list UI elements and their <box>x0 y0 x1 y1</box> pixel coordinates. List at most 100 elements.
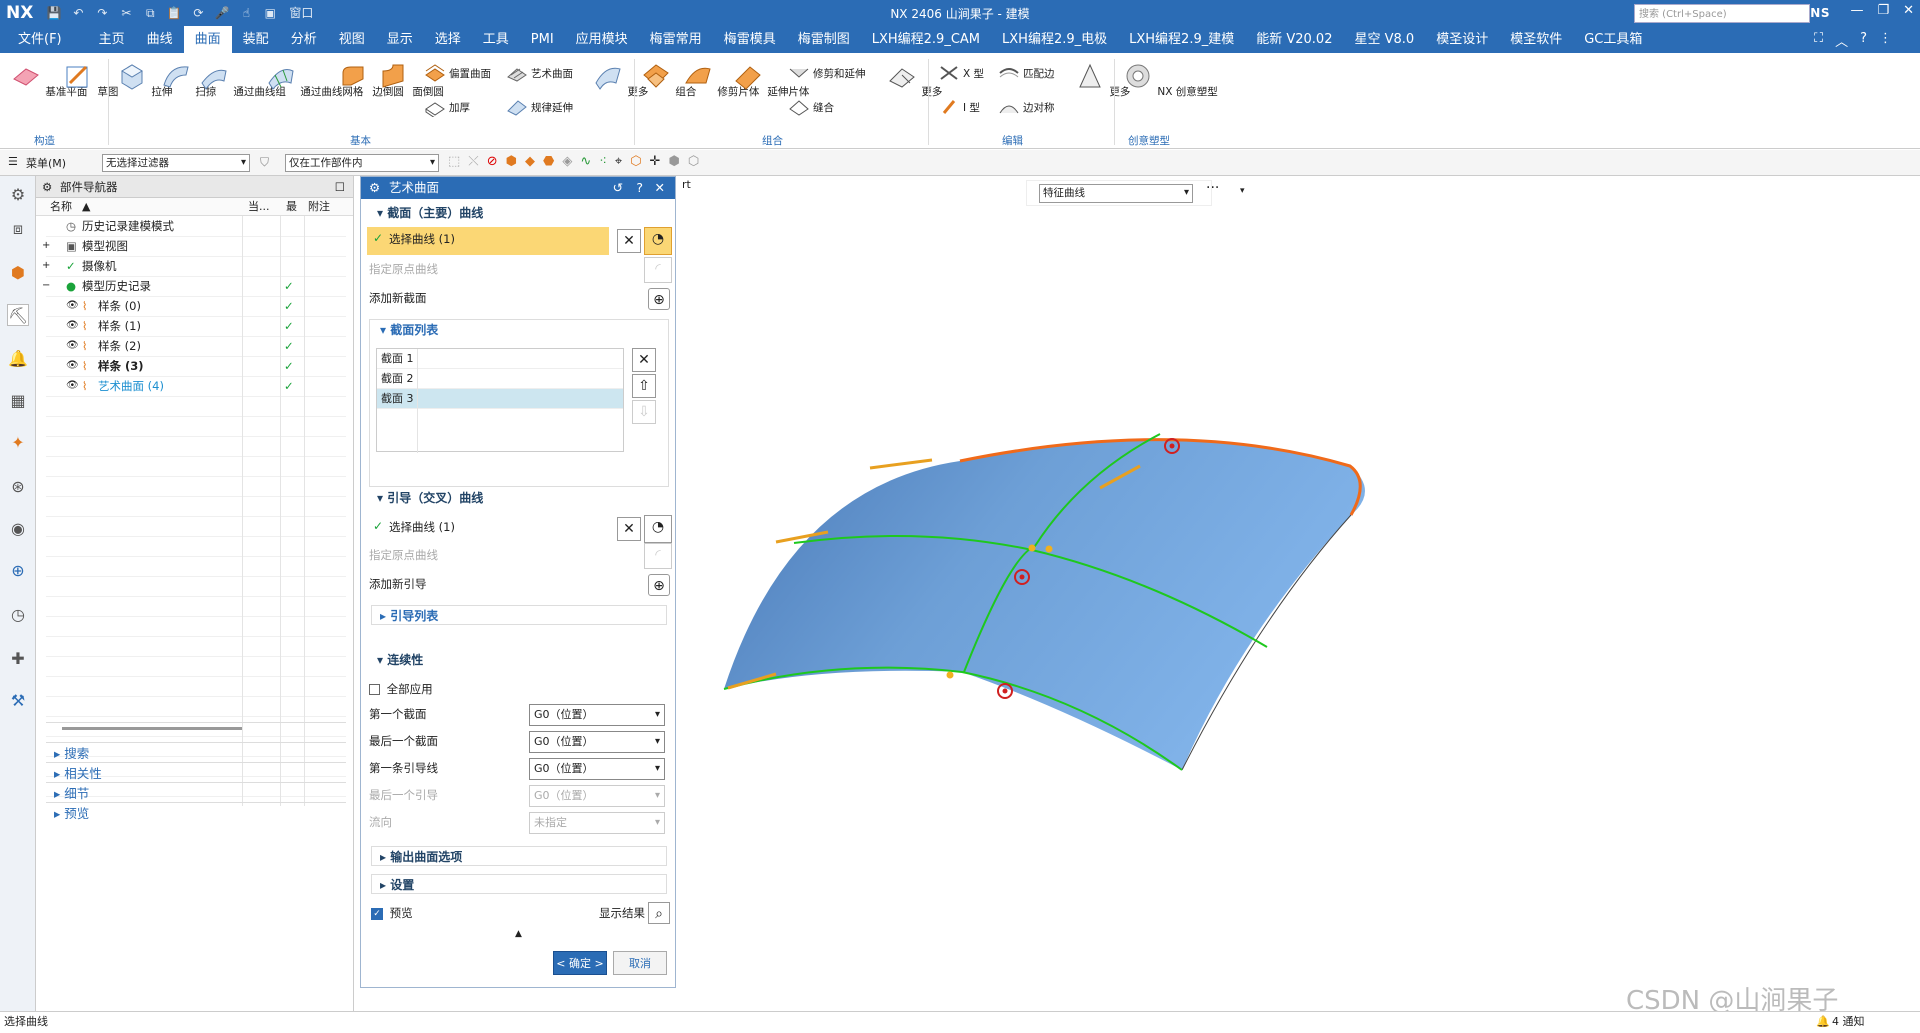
flow-direction-select[interactable]: 未指定 <box>529 812 665 834</box>
snap-icon[interactable]: ⌖ <box>615 154 622 169</box>
apply-all-box[interactable] <box>369 684 380 695</box>
navigator-section-1[interactable]: ▸ 相关性 <box>46 762 346 784</box>
last-guide-continuity-select[interactable]: G0（位置） <box>529 785 665 807</box>
visibility-eye-icon[interactable]: 👁 <box>66 336 79 356</box>
menu-item-12[interactable]: 梅雷常用 <box>639 26 713 53</box>
menu-item-1[interactable]: 主页 <box>88 26 136 53</box>
section-list-item[interactable]: 截面 2 <box>377 369 623 389</box>
sweep-button[interactable]: 扫掠 <box>160 61 216 99</box>
filter-icon[interactable]: ⛉ <box>260 155 269 170</box>
sheet-filter-icon[interactable]: ◈ <box>562 154 572 169</box>
navigator-section-3[interactable]: ▸ 预览 <box>46 802 346 824</box>
expand-toggle-icon[interactable]: + <box>42 236 50 256</box>
copy-icon[interactable]: ⧉ <box>141 5 159 21</box>
menu-item-8[interactable]: 选择 <box>424 26 472 53</box>
menu-item-21[interactable]: 模圣软件 <box>1499 26 1573 53</box>
guide-rule-icon[interactable]: ◔ <box>644 515 672 543</box>
control-point-1[interactable] <box>1028 544 1036 552</box>
menu-item-22[interactable]: GC工具箱 <box>1573 26 1653 53</box>
face-filter-icon[interactable]: ◆ <box>525 154 535 169</box>
notification-icon[interactable]: 🔔 <box>1816 1012 1830 1032</box>
through-curve-mesh-button[interactable]: 通过曲线网格 <box>265 61 363 99</box>
combine-more-button[interactable]: 更多 <box>886 61 942 99</box>
select-all-icon[interactable]: ⬚ <box>448 154 460 169</box>
menu-item-3[interactable]: 曲面 <box>183 26 232 53</box>
deselect-icon[interactable]: ⤬ <box>468 154 478 169</box>
trim-sheet-button[interactable]: 修剪片体 <box>682 61 759 99</box>
command-search-input[interactable]: 搜索 (Ctrl+Space) <box>1634 4 1810 23</box>
add-point-icon[interactable]: ✛ <box>650 154 661 169</box>
close-icon[interactable]: ✕ <box>1903 3 1914 18</box>
menu-item-18[interactable]: 能新 V20.02 <box>1245 26 1343 53</box>
output-surface-options-header[interactable]: ▸ 输出曲面选项 <box>371 846 667 866</box>
select-guide-curve-row[interactable]: ✓ 选择曲线 (1) <box>367 517 609 539</box>
apply-all-checkbox[interactable]: 全部应用 <box>369 679 433 699</box>
part-navigator-icon[interactable]: ⛏ <box>7 304 29 326</box>
tree-node[interactable]: 👁 ⌇ 样条 (0) ✓ <box>36 296 346 316</box>
menu-item-14[interactable]: 梅雷制图 <box>787 26 861 53</box>
web-browser-icon[interactable]: ⊛ <box>7 476 29 498</box>
thicken-button[interactable]: 加厚 <box>424 97 470 117</box>
solid-filter-icon[interactable]: ⬣ <box>543 154 554 169</box>
process-studio-icon[interactable]: ✚ <box>7 648 29 670</box>
help-icon[interactable]: ? <box>1860 31 1867 50</box>
add-section-icon[interactable]: ⊕ <box>648 288 670 310</box>
edge-symmetry-button[interactable]: 边对称 <box>998 97 1055 117</box>
expand-toggle-icon[interactable]: + <box>42 256 50 276</box>
section-list-item[interactable]: 截面 3 <box>377 389 623 409</box>
collapse-ribbon-icon[interactable]: ︿ <box>1835 31 1848 50</box>
stop-icon[interactable]: ⊘ <box>487 154 498 169</box>
sort-up-icon[interactable]: ▲ <box>82 198 90 216</box>
first-section-continuity-select[interactable]: G0（位置） <box>529 704 665 726</box>
navigator-hscrollbar[interactable] <box>46 722 346 736</box>
select-section-curve-row[interactable]: ✓ 选择曲线 (1) <box>367 227 609 255</box>
guide-curves-header[interactable]: ▾ 引导（交叉）曲线 <box>369 488 669 508</box>
selection-scope-select[interactable]: 仅在工作部件内 <box>285 154 439 172</box>
type-filter-select[interactable]: 无选择过滤器 <box>102 154 250 172</box>
extrude-button[interactable]: 拉伸 <box>116 61 172 99</box>
reuse-library-icon[interactable]: ▦ <box>7 390 29 412</box>
hd3d-tools-icon[interactable]: ✦ <box>7 432 29 454</box>
edit-more-button[interactable]: 更多 <box>1074 61 1130 99</box>
ribbon-options-icon[interactable]: ⋮ <box>1879 31 1892 50</box>
tree-node[interactable]: 👁 ⌇ 艺术曲面 (4) ✓ <box>36 376 346 396</box>
control-point-3[interactable] <box>946 671 954 679</box>
fullscreen-icon[interactable]: ⛶ <box>1814 31 1823 50</box>
origin-guide-icon[interactable]: ◜ <box>644 543 672 569</box>
last-section-continuity-select[interactable]: G0（位置） <box>529 731 665 753</box>
remove-section-icon[interactable]: ✕ <box>632 348 656 372</box>
settings-gear-icon[interactable]: ⚙ <box>7 184 29 206</box>
menu-item-15[interactable]: LXH编程2.9_CAM <box>861 26 991 53</box>
menu-button[interactable]: 菜单(M) <box>26 155 66 171</box>
sketch-button[interactable]: 草图 <box>62 61 118 99</box>
continuity-header[interactable]: ▾ 连续性 <box>369 650 669 670</box>
save-icon[interactable]: 💾 <box>45 5 63 21</box>
ok-button[interactable]: < 确定 > <box>553 951 607 975</box>
section-list-item[interactable]: 截面 1 <box>377 349 623 369</box>
dialog-gear-icon[interactable]: ⚙ <box>369 177 380 199</box>
cut-icon[interactable]: ✂ <box>117 5 135 21</box>
menu-item-16[interactable]: LXH编程2.9_电极 <box>991 26 1118 53</box>
column-name[interactable]: 名称 <box>50 198 72 216</box>
component-icon[interactable]: ⬡ <box>630 154 641 169</box>
face-blend-button[interactable]: 面倒圆 <box>377 61 444 99</box>
navigator-gear-icon[interactable]: ⚙ <box>42 176 52 198</box>
graphics-window[interactable]: rt 特征曲线 ··· ▾ CSDN @山涧果子 <box>680 176 1920 1016</box>
deselect-curve-icon[interactable]: ✕ <box>617 229 641 253</box>
minimize-icon[interactable]: — <box>1850 3 1863 18</box>
menu-item-4[interactable]: 装配 <box>232 26 280 53</box>
visibility-eye-icon[interactable]: 👁 <box>66 356 79 376</box>
menu-item-0[interactable]: 文件(F) <box>0 26 88 53</box>
show-result-magnifier-icon[interactable]: ⌕ <box>648 902 670 924</box>
redo-icon[interactable]: ↷ <box>93 5 111 21</box>
law-extension-button[interactable]: 规律延伸 <box>506 97 573 117</box>
reset-icon[interactable]: ↺ <box>613 177 623 199</box>
microphone-icon[interactable]: 🎤 <box>213 5 231 21</box>
constraint-navigator-icon[interactable]: ⬢ <box>7 262 29 284</box>
expand-toggle-icon[interactable]: − <box>42 276 50 296</box>
tree-node[interactable]: ◷ 历史记录建模模式 <box>36 216 346 236</box>
system-materials-icon[interactable]: ⊕ <box>7 560 29 582</box>
body-filter-icon[interactable]: ⬢ <box>506 154 517 169</box>
tree-node[interactable]: − ● 模型历史记录 ✓ <box>36 276 346 296</box>
deselect-guide-icon[interactable]: ✕ <box>617 517 641 541</box>
